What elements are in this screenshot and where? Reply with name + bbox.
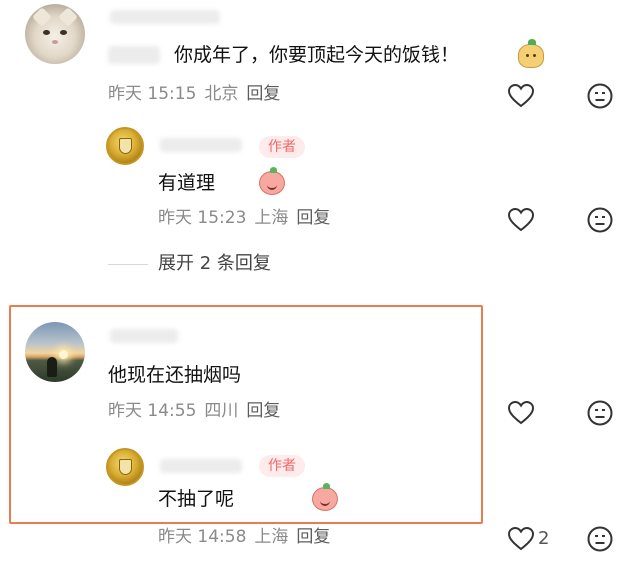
username-blurred[interactable]	[160, 459, 242, 473]
author-badge: 作者	[259, 136, 305, 158]
peach-face-emoji	[312, 483, 339, 511]
comment-meta: 昨天 14:55 四川 回复	[108, 401, 281, 421]
dough-face-emoji	[518, 39, 544, 68]
heart-icon[interactable]	[506, 205, 536, 235]
expand-divider	[108, 264, 148, 265]
reply-button[interactable]: 回复	[246, 401, 280, 421]
author-badge: 作者	[259, 455, 305, 477]
avatar[interactable]	[106, 448, 144, 486]
comment-meta: 昨天 15:23 上海 回复	[158, 208, 331, 228]
heart-icon[interactable]	[506, 81, 536, 111]
dislike-face-icon[interactable]	[585, 524, 615, 554]
comment-text: 不抽了呢	[158, 488, 235, 510]
heart-icon[interactable]	[506, 398, 536, 428]
reply-button[interactable]: 回复	[296, 208, 330, 228]
username-blurred[interactable]	[160, 138, 242, 152]
comment-meta: 昨天 14:58 上海 回复	[158, 527, 331, 547]
comment-meta: 昨天 15:15 北京 回复	[108, 84, 281, 104]
avatar[interactable]	[25, 322, 85, 382]
dislike-face-icon[interactable]	[585, 398, 615, 428]
like-count: 2	[538, 528, 550, 549]
text-prefix-blurred	[108, 46, 160, 64]
username-blurred[interactable]	[110, 329, 178, 343]
reply-button[interactable]: 回复	[296, 527, 330, 547]
comment-text: 有道理	[158, 172, 216, 194]
comment-text: 你成年了，你要顶起今天的饭钱！	[174, 44, 460, 66]
comment-text: 他现在还抽烟吗	[108, 364, 242, 386]
heart-icon[interactable]	[506, 524, 536, 554]
reply-button[interactable]: 回复	[246, 84, 280, 104]
avatar[interactable]	[25, 4, 85, 64]
username-blurred[interactable]	[110, 10, 220, 24]
expand-replies-button[interactable]: 展开 2 条回复	[158, 255, 271, 273]
avatar[interactable]	[106, 127, 144, 165]
dislike-face-icon[interactable]	[585, 81, 615, 111]
peach-face-emoji	[259, 167, 286, 195]
dislike-face-icon[interactable]	[585, 205, 615, 235]
